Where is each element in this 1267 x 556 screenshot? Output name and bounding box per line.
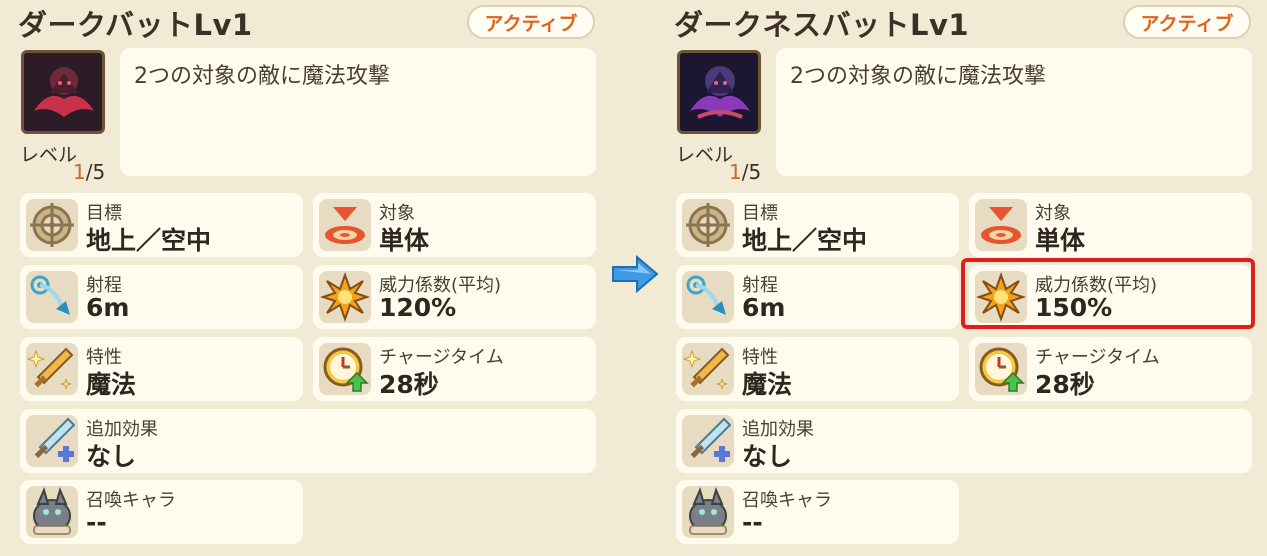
stat-value: 単体 [379,226,430,255]
stat-extra: 追加効果 なし [20,409,596,473]
stat-value: 単体 [1035,226,1086,255]
arrow-right-icon [612,255,659,293]
stat-trait: 特性 魔法 [20,337,303,401]
level-current: 1 [73,160,86,184]
clock-up-icon [319,343,371,395]
level-max: /5 [741,160,762,184]
stat-summon: 召喚キャラ -- [20,480,303,544]
range-arrow-icon [26,271,78,323]
level-label: レベル [20,144,78,166]
stat-range: 射程 6m [676,265,959,329]
skill-description: 2つの対象の敵に魔法攻撃 [120,48,596,176]
stat-value: 魔法 [86,370,137,399]
stat-value: 120% [379,293,457,322]
stat-value: 28秒 [379,370,439,399]
single-target-icon [975,199,1027,251]
stat-value: 地上／空中 [742,226,868,255]
stat-value: なし [86,442,137,471]
clock-up-icon [975,343,1027,395]
sword-plus-icon [682,415,734,467]
active-badge: アクティブ [467,5,595,39]
skill-panel-before: ダークバットLv1 アクティブ レベル 1/5 2つの対象の敵に魔法攻撃 目標 … [0,0,598,556]
stat-value: なし [742,442,793,471]
sparkle-sword-icon [682,343,734,395]
stat-charge: チャージタイム 28秒 [313,337,596,401]
crosshair-icon [682,199,734,251]
stat-charge: チャージタイム 28秒 [969,337,1252,401]
stat-value: 6m [86,293,130,322]
summon-creature-icon [26,486,78,538]
level-label: レベル [676,144,734,166]
stat-scope: 対象 単体 [313,193,596,257]
stat-trait: 特性 魔法 [676,337,959,401]
level-current: 1 [729,160,742,184]
stat-range: 射程 6m [20,265,303,329]
stat-summon: 召喚キャラ -- [676,480,959,544]
level-max: /5 [85,160,106,184]
skill-description: 2つの対象の敵に魔法攻撃 [776,48,1252,176]
stat-target: 目標 地上／空中 [676,193,959,257]
stat-value: 28秒 [1035,370,1095,399]
crosshair-icon [26,199,78,251]
sparkle-sword-icon [26,343,78,395]
sword-plus-icon [26,415,78,467]
stat-value: -- [86,508,107,537]
skill-title: ダークバットLv1 [18,8,253,42]
stat-value: 6m [742,293,786,322]
skill-title: ダークネスバットLv1 [674,8,970,42]
stat-target: 目標 地上／空中 [20,193,303,257]
skill-panel-after: ダークネスバットLv1 アクティブ レベル 1/5 2つの対象の敵に魔法攻撃 目… [656,0,1255,556]
explosion-icon [319,271,371,323]
darkness-bat-skill-icon [677,50,761,134]
stat-value: -- [742,508,763,537]
level-value: 1/5 [729,160,761,184]
power-highlight-box [961,258,1255,329]
level-value: 1/5 [73,160,105,184]
stat-power: 威力係数(平均) 120% [313,265,596,329]
dark-bat-skill-icon [21,50,105,134]
stat-extra: 追加効果 なし [676,409,1252,473]
stat-scope: 対象 単体 [969,193,1252,257]
stat-value: 魔法 [742,370,793,399]
summon-creature-icon [682,486,734,538]
active-badge: アクティブ [1123,5,1251,39]
stat-value: 地上／空中 [86,226,212,255]
single-target-icon [319,199,371,251]
range-arrow-icon [682,271,734,323]
